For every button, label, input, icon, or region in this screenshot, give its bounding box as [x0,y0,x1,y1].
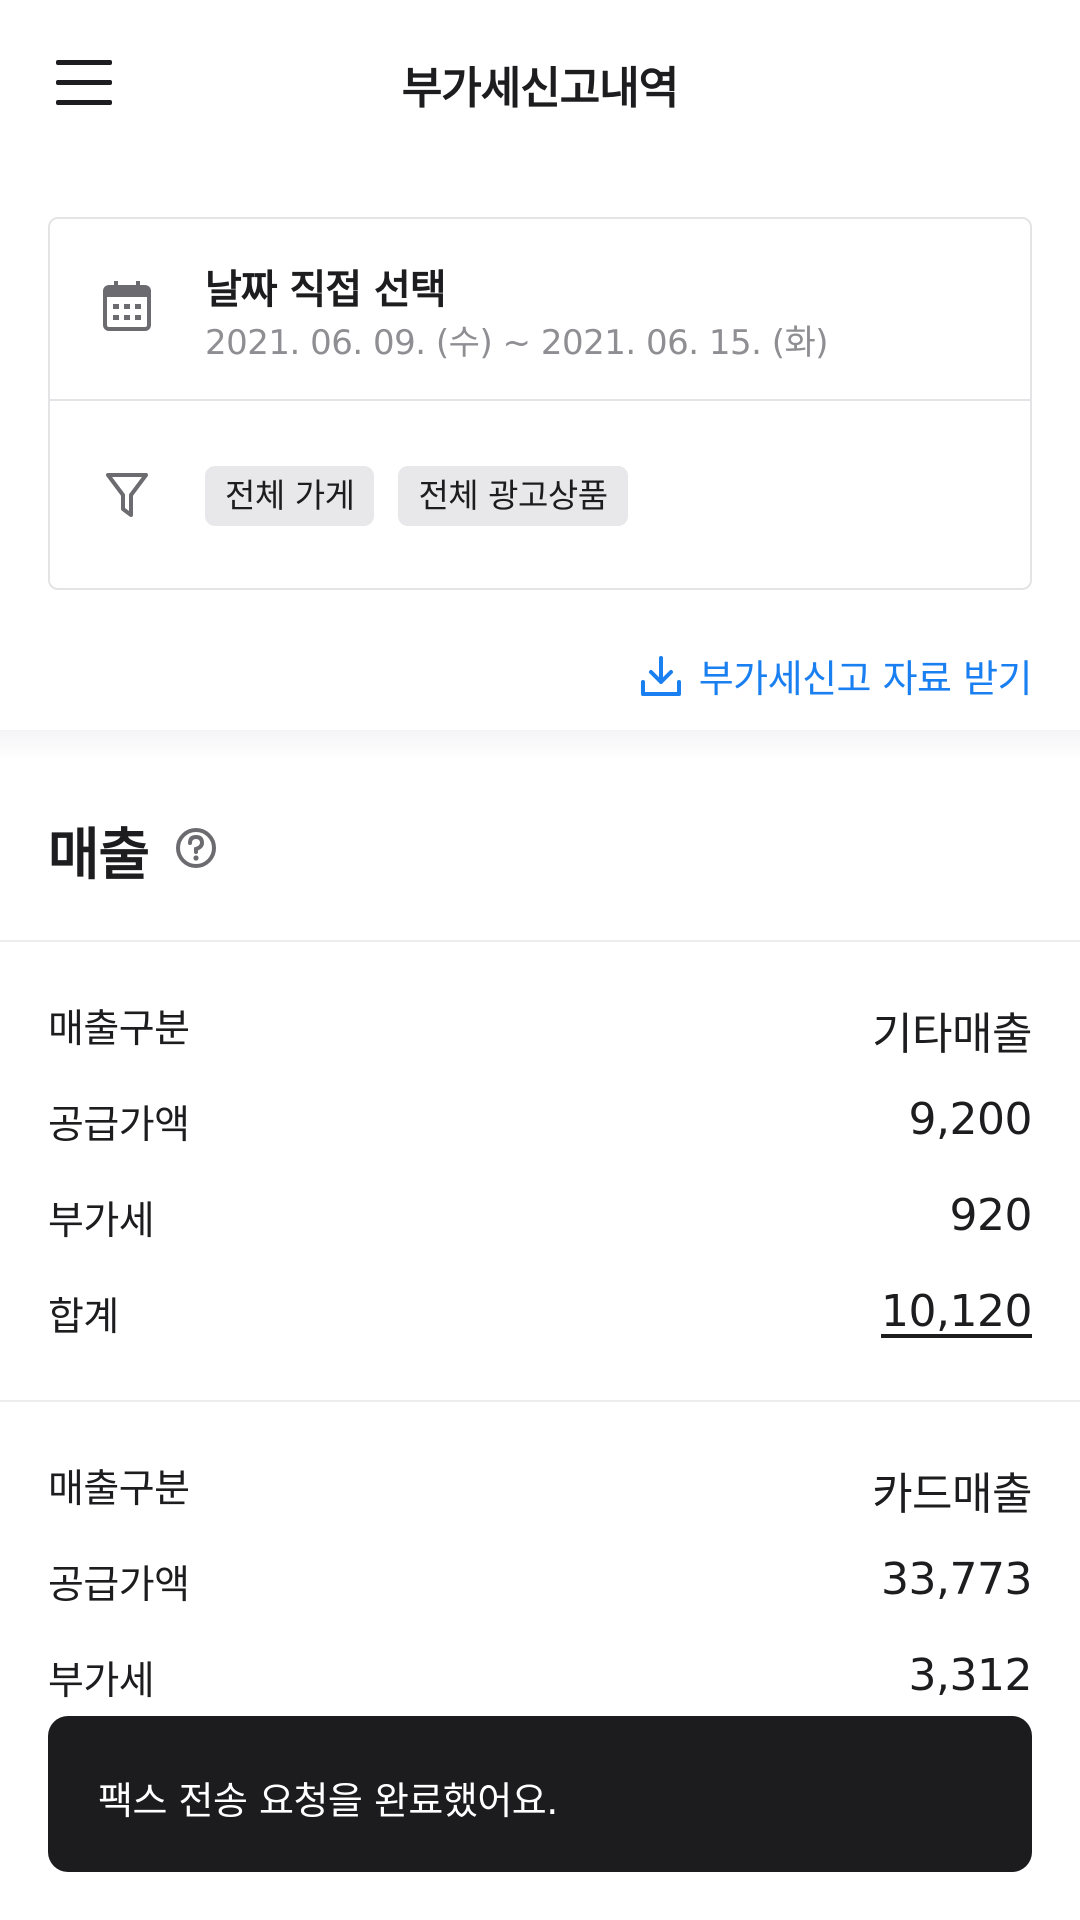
funnel-icon [106,473,148,517]
chip-all-ad-products[interactable]: 전체 광고상품 [398,466,628,526]
app-header: 부가세신고내역 [0,0,1080,170]
row-label: 합계 [48,1295,119,1340]
section-title: 매출 [48,823,150,888]
page-title: 부가세신고내역 [401,63,679,114]
table-row: 부가세 3,312 [48,1650,1033,1710]
row-value: 9,200 [908,1094,1033,1145]
filter-card: 날짜 직접 선택 2021. 06. 09. (수) ~ 2021. 06. 1… [48,217,1032,590]
download-label: 부가세신고 자료 받기 [698,657,1033,701]
row-label: 공급가액 [48,1103,190,1148]
calendar-icon [103,281,151,331]
table-row: 매출구분 기타매출 [48,998,1032,1060]
toast-message: 팩스 전송 요청을 완료했어요. [48,1716,1032,1872]
table-row: 합계 10,120 [48,1286,1032,1346]
date-range-text: 2021. 06. 09. (수) ~ 2021. 06. 15. (화) [205,323,829,363]
toast-text: 팩스 전송 요청을 완료했어요. [98,1779,558,1823]
row-label: 매출구분 [48,1467,190,1512]
filter-chips: 전체 가게 전체 광고상품 [205,466,628,526]
table-row: 공급가액 33,773 [48,1554,1032,1614]
section-separator [0,730,1080,760]
vat-report-screen: 부가세신고내역 날짜 직접 선택 2021. 06. 09. (수) ~ 202… [0,0,1080,1920]
row-label: 부가세 [48,1199,155,1244]
row-label: 부가세 [48,1659,155,1704]
total-amount-link[interactable]: 10,120 [881,1286,1032,1337]
date-select-button[interactable]: 날짜 직접 선택 2021. 06. 09. (수) ~ 2021. 06. 1… [50,219,1030,399]
divider [0,1400,1080,1402]
divider [0,940,1080,942]
table-row: 공급가액 9,200 [48,1094,1033,1154]
row-value: 3,312 [908,1650,1033,1701]
row-label: 매출구분 [48,1007,190,1052]
row-value: 카드매출 [872,1469,1032,1520]
row-label: 공급가액 [48,1563,190,1608]
row-value: 920 [949,1190,1033,1241]
row-value: 33,773 [881,1554,1032,1605]
filter-row: 전체 가게 전체 광고상품 [50,401,1030,590]
row-value: 기타매출 [872,1009,1032,1060]
question-circle-icon[interactable] [174,826,218,870]
table-row: 매출구분 카드매출 [48,1458,1032,1520]
download-vat-data-link[interactable]: 부가세신고 자료 받기 [639,648,1033,703]
chip-all-stores[interactable]: 전체 가게 [205,466,375,526]
table-row: 부가세 920 [48,1190,1033,1250]
date-select-label: 날짜 직접 선택 [205,267,447,313]
download-icon [640,655,681,696]
